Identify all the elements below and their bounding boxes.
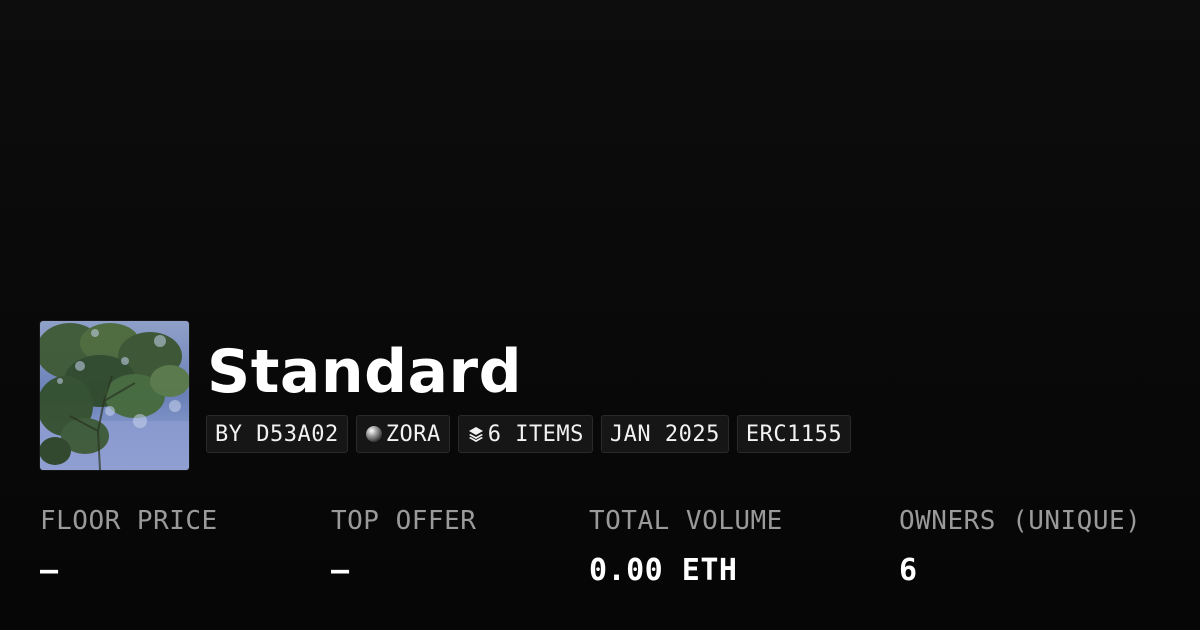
creator-badge[interactable]: BY D53A02: [206, 415, 348, 453]
standard-badge: ERC1155: [736, 415, 852, 453]
date-badge: JAN 2025: [600, 415, 729, 453]
zora-orb-icon: [365, 425, 383, 443]
total-volume-label: TOTAL VOLUME: [589, 506, 783, 536]
network-badge[interactable]: ZORA: [355, 415, 450, 453]
collection-thumbnail: [40, 321, 189, 470]
collection-title: Standard: [207, 337, 523, 407]
date-label: JAN 2025: [609, 421, 720, 447]
floor-price-value: –: [40, 553, 59, 588]
creator-label: BY D53A02: [215, 421, 339, 447]
items-label: 6 ITEMS: [487, 421, 584, 447]
standard-label: ERC1155: [745, 421, 843, 447]
network-label: ZORA: [385, 421, 441, 447]
items-badge[interactable]: 6 ITEMS: [457, 415, 593, 453]
top-offer-value: –: [331, 553, 350, 588]
collection-badges: BY D53A02 ZORA 6 ITEMS JAN 2025 ERC1155: [206, 415, 852, 453]
floor-price-label: FLOOR PRICE: [40, 506, 218, 536]
total-volume-value: 0.00 ETH: [589, 553, 738, 588]
owners-value: 6: [899, 553, 918, 588]
owners-label: OWNERS (UNIQUE): [899, 506, 1142, 536]
layers-icon: [467, 425, 485, 443]
top-offer-label: TOP OFFER: [331, 506, 477, 536]
